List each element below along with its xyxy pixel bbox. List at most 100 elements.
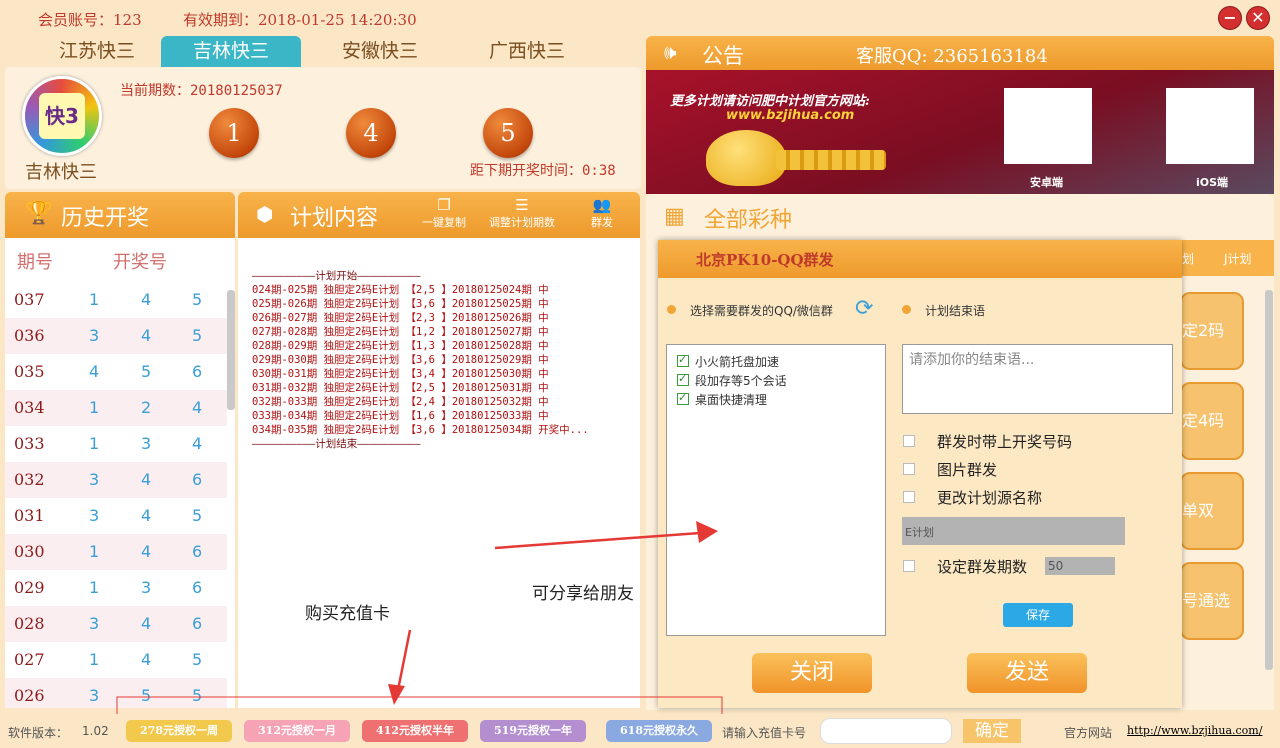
history-list[interactable]: 期号 开奖号 037 1 4 5 036 3 4 5 035 4 5 6 034 1 2 4 033 1 3 4 032… xyxy=(5,238,235,708)
cube-icon: ⬢ xyxy=(256,202,274,226)
tab-anhui[interactable]: 安徽快三 xyxy=(310,36,450,67)
minimize-icon[interactable]: − xyxy=(1218,6,1242,30)
history-row: 029 1 3 6 xyxy=(5,570,227,606)
history-issue: 035 xyxy=(14,362,45,381)
qr-android-label: 安卓端 xyxy=(1030,176,1063,189)
history-issue: 034 xyxy=(14,398,45,417)
money-bag-icon xyxy=(706,130,786,186)
history-row: 028 3 4 6 xyxy=(5,606,227,642)
plan-line: 025期-026期 独胆定2码E计划 【3,6 】20180125025期 中 xyxy=(252,298,549,310)
pay-year-button[interactable]: 519元授权一年 xyxy=(480,720,586,742)
mass-send-button[interactable]: 👥 群发 xyxy=(584,196,620,230)
bullet-icon xyxy=(902,305,911,314)
history-number: 4 xyxy=(141,290,152,309)
site-link[interactable]: http://www.bzjihua.com/ xyxy=(1127,724,1262,737)
game-card[interactable]: 定2码 xyxy=(1180,292,1244,370)
game-card[interactable]: 定4码 xyxy=(1180,382,1244,460)
history-number: 5 xyxy=(192,506,203,525)
end-message-input[interactable]: 请添加你的结束语... xyxy=(902,344,1173,414)
card-label: 请输入充值卡号 xyxy=(722,726,807,740)
group-item: 小火箭托盘加速 xyxy=(695,355,780,369)
history-number: 5 xyxy=(141,686,152,705)
copy-button[interactable]: ❐ 一键复制 xyxy=(418,196,470,230)
history-title: 历史开奖 xyxy=(61,206,150,231)
refresh-icon[interactable]: ⟳ xyxy=(855,296,873,321)
qr-code-icon xyxy=(1166,88,1254,164)
history-row: 034 1 2 4 xyxy=(5,390,227,426)
periods-input[interactable]: 50 xyxy=(1045,557,1115,575)
history-row: 037 1 4 5 xyxy=(5,282,227,318)
close-icon[interactable]: ✕ xyxy=(1246,6,1270,30)
history-number: 5 xyxy=(141,362,152,381)
grid-icon: ▦ xyxy=(664,204,685,229)
group-icon: 👥 xyxy=(592,196,612,214)
speaker-icon: 🕪 xyxy=(664,40,677,64)
scrollbar[interactable] xyxy=(1265,290,1273,670)
history-row: 035 4 5 6 xyxy=(5,354,227,390)
games-title: 全部彩种 xyxy=(704,208,793,233)
history-number: 3 xyxy=(141,434,152,453)
opt-image-checkbox[interactable] xyxy=(903,463,915,475)
opt-periods-checkbox[interactable] xyxy=(903,560,915,572)
games-tab-strip: 划 J计划 xyxy=(1180,240,1274,276)
version-number: 1.02 xyxy=(82,724,109,738)
ad-url: www.bzjihua.com xyxy=(726,108,855,123)
ad-banner[interactable]: 更多计划请访问肥中计划官方网站: www.bzjihua.com 安卓端 iOS… xyxy=(646,70,1274,194)
history-issue: 028 xyxy=(14,614,45,633)
trophy-icon: 🏆 xyxy=(25,201,53,226)
plan-content[interactable]: ——————————计划开始—————————— 024期-025期 独胆定2码E… xyxy=(238,238,640,708)
scrollbar[interactable] xyxy=(227,290,235,410)
save-button[interactable]: 保存 xyxy=(1003,603,1073,627)
source-name-input[interactable]: E计划 xyxy=(902,517,1125,545)
history-number: 4 xyxy=(141,470,152,489)
game-card[interactable]: 单双 xyxy=(1180,472,1244,550)
group-checkbox[interactable] xyxy=(677,372,689,386)
countdown: 距下期开奖时间：0:38 xyxy=(470,163,616,179)
plan-line: 026期-027期 独胆定2码E计划 【2,3 】20180125026期 中 xyxy=(252,312,549,324)
site-label: 官方网站 xyxy=(1064,726,1113,740)
history-header: 🏆 历史开奖 xyxy=(5,192,235,238)
close-button[interactable]: 关闭 xyxy=(752,653,872,693)
draw-ball: 5 xyxy=(483,108,533,158)
opt-periods-label: 设定群发期数 xyxy=(937,558,1028,576)
group-checkbox[interactable] xyxy=(677,353,689,367)
adjust-periods-button[interactable]: ☰ 调整计划期数 xyxy=(482,196,562,230)
history-issue: 037 xyxy=(14,290,45,309)
pay-halfyear-button[interactable]: 412元授权半年 xyxy=(362,720,468,742)
plan-line: ——————————计划结束—————————— xyxy=(252,438,421,450)
history-issue: 027 xyxy=(14,650,45,669)
pay-month-button[interactable]: 312元授权一月 xyxy=(244,720,350,742)
games-tab-j[interactable]: J计划 xyxy=(1224,250,1252,267)
history-issue: 026 xyxy=(14,686,45,705)
history-number: 4 xyxy=(89,362,100,381)
history-number: 1 xyxy=(89,398,100,417)
annotation-share: 可分享给朋友 xyxy=(532,584,634,604)
history-number: 5 xyxy=(192,686,203,705)
tab-jilin[interactable]: 吉林快三 xyxy=(161,36,301,67)
ad-headline: 更多计划请访问肥中计划官方网站: xyxy=(670,94,870,109)
copy-icon: ❐ xyxy=(437,196,451,214)
opt-draw-number-label: 群发时带上开奖号码 xyxy=(937,433,1073,451)
opt-rename-checkbox[interactable] xyxy=(903,491,915,503)
history-number: 1 xyxy=(89,542,100,561)
pay-week-button[interactable]: 278元授权一周 xyxy=(126,720,232,742)
tab-jiangsu[interactable]: 江苏快三 xyxy=(27,36,167,67)
plan-line: 027期-028期 独胆定2码E计划 【1,2 】20180125027期 中 xyxy=(252,326,549,338)
pay-forever-button[interactable]: 618元授权永久 xyxy=(606,720,712,742)
history-number: 4 xyxy=(141,614,152,633)
send-button[interactable]: 发送 xyxy=(967,653,1087,693)
notice-title: 公告 xyxy=(702,44,744,68)
card-input[interactable] xyxy=(820,718,952,744)
current-issue: 当前期数：20180125037 xyxy=(120,83,283,99)
game-card[interactable]: 号通选 xyxy=(1180,562,1244,640)
history-number: 5 xyxy=(192,326,203,345)
confirm-button[interactable]: 确定 xyxy=(963,719,1021,743)
title-bar: 会员账号：123 有效期到：2018-01-25 14:20:30 − ✕ xyxy=(0,0,1280,36)
plan-line: 032期-033期 独胆定2码E计划 【2,4 】20180125032期 中 xyxy=(252,396,549,408)
col-numbers: 开奖号 xyxy=(113,252,167,273)
group-list[interactable]: 小火箭托盘加速 段加存等5个会话 桌面快捷清理 xyxy=(666,344,886,636)
tab-guangxi[interactable]: 广西快三 xyxy=(457,36,597,67)
plan-line: ——————————计划开始—————————— xyxy=(252,270,421,282)
group-checkbox[interactable] xyxy=(677,391,689,405)
opt-draw-number-checkbox[interactable] xyxy=(903,435,915,447)
